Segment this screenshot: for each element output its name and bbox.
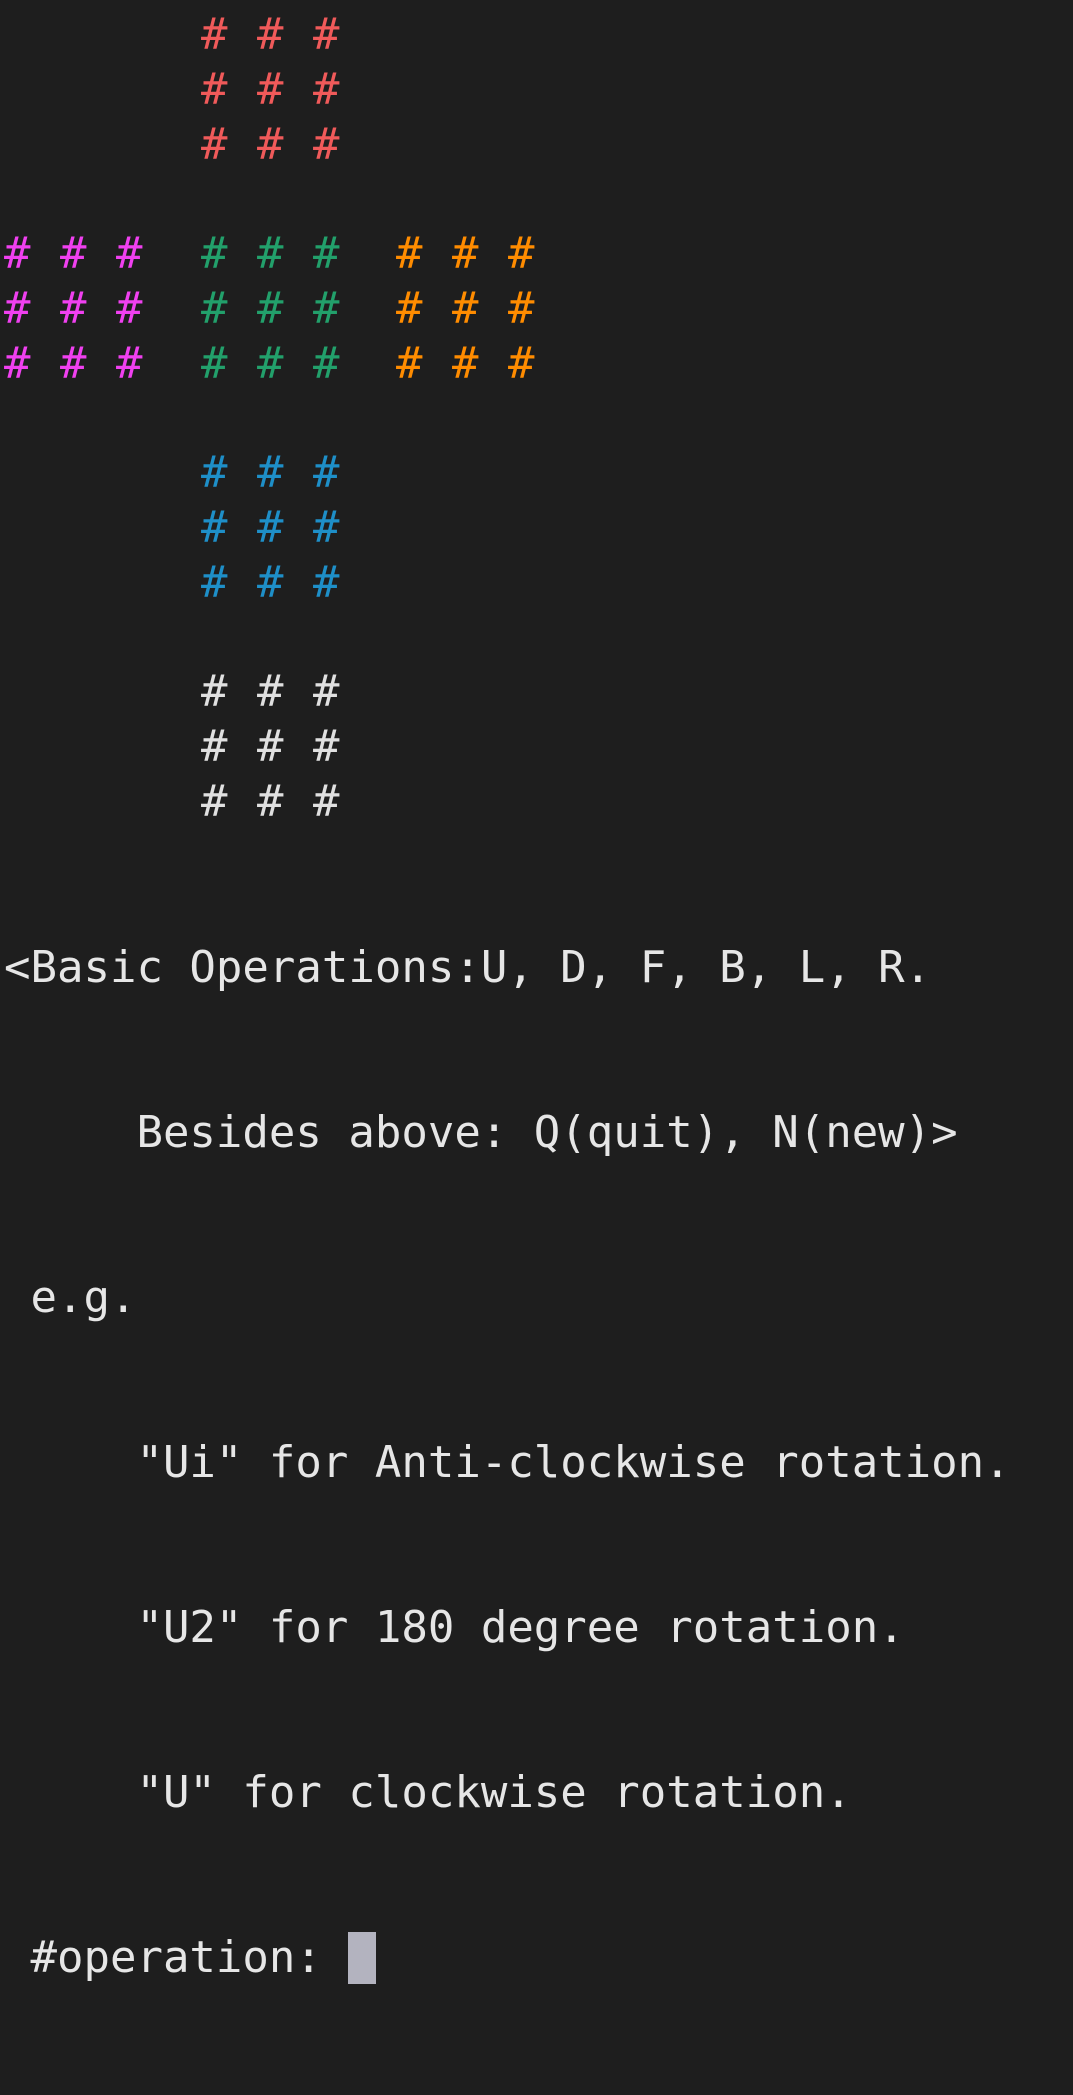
cube-cell-front-2-2: # [313, 338, 340, 389]
cube-cell-left-0-1: # [60, 228, 87, 279]
cube-cell-back-0-0: # [201, 666, 228, 717]
cube-cell-front-2-1: # [257, 338, 284, 389]
cube-cell-right-0-2: # [508, 228, 535, 279]
cube-cell-right-0-0: # [396, 228, 423, 279]
text-cursor[interactable] [348, 1931, 377, 1984]
cube-cell-left-0-0: # [4, 228, 31, 279]
cube-cell-back-1-0: # [201, 721, 228, 772]
cube-cell-back-2-1: # [257, 776, 284, 827]
cube-cell-top-2-2: # [313, 119, 340, 170]
cube-cell-bottom-1-2: # [313, 502, 340, 553]
cube-cell-left-1-2: # [116, 283, 143, 334]
help-basic-operations: <Basic Operations:U, D, F, B, L, R. [4, 942, 932, 993]
cube-cell-front-0-1: # [257, 228, 284, 279]
cube-cell-top-0-1: # [257, 9, 284, 60]
cube-cell-bottom-2-0: # [201, 557, 228, 608]
cube-cell-bottom-0-2: # [313, 447, 340, 498]
cube-cell-back-1-2: # [313, 721, 340, 772]
cube-face-front: # # # # # # # # # [201, 226, 369, 391]
help-example-heading: e.g. [4, 1272, 137, 1323]
cube-cell-bottom-1-0: # [201, 502, 228, 553]
cube-cell-front-0-2: # [313, 228, 340, 279]
cube-cell-top-0-0: # [201, 9, 228, 60]
cube-cell-left-2-1: # [60, 338, 87, 389]
cube-cell-top-0-2: # [313, 9, 340, 60]
cube-cell-back-2-0: # [201, 776, 228, 827]
cube-cell-back-1-1: # [257, 721, 284, 772]
cube-face-back: # # # # # # # # # [201, 664, 369, 829]
cube-cell-back-0-1: # [257, 666, 284, 717]
cube-cell-right-1-2: # [508, 283, 535, 334]
cube-cell-left-1-1: # [60, 283, 87, 334]
cube-cell-front-1-0: # [201, 283, 228, 334]
cube-cell-left-0-2: # [116, 228, 143, 279]
terminal-window: # # # # # # # # # # # # # # # # # # # # # # # # # # # # # # # # # # # # … [0, 0, 1073, 1984]
cube-cell-bottom-2-2: # [313, 557, 340, 608]
cube-cell-front-1-2: # [313, 283, 340, 334]
help-example-anticlockwise: "Ui" for Anti-clockwise rotation. [4, 1437, 1011, 1488]
cube-cell-back-2-2: # [313, 776, 340, 827]
cube-cell-bottom-0-0: # [201, 447, 228, 498]
cube-cell-top-2-1: # [257, 119, 284, 170]
cube-cell-bottom-1-1: # [257, 502, 284, 553]
cube-cell-top-2-0: # [201, 119, 228, 170]
cube-cell-left-2-0: # [4, 338, 31, 389]
cube-cell-top-1-1: # [257, 64, 284, 115]
cube-face-bottom: # # # # # # # # # [201, 445, 369, 610]
cube-cell-front-1-1: # [257, 283, 284, 334]
cube-cell-right-1-1: # [452, 283, 479, 334]
cube-cell-back-0-2: # [313, 666, 340, 717]
help-extra-operations: Besides above: Q(quit), N(new)> [4, 1107, 958, 1158]
cube-cell-top-1-2: # [313, 64, 340, 115]
cube-cell-left-1-0: # [4, 283, 31, 334]
cube-cell-right-2-2: # [508, 338, 535, 389]
operation-prompt-line[interactable]: #operation: [4, 1930, 1011, 1985]
help-text: <Basic Operations:U, D, F, B, L, R. Besi… [4, 830, 1011, 2095]
cube-cell-right-2-0: # [396, 338, 423, 389]
cube-cell-front-2-0: # [201, 338, 228, 389]
cube-cell-front-0-0: # [201, 228, 228, 279]
cube-face-top: # # # # # # # # # [201, 7, 369, 172]
cube-cell-bottom-2-1: # [257, 557, 284, 608]
help-example-clockwise: "U" for clockwise rotation. [4, 1767, 852, 1818]
cube-face-right: # # # # # # # # # [396, 226, 564, 391]
cube-cell-right-0-1: # [452, 228, 479, 279]
operation-prompt-label: #operation: [4, 1932, 349, 1983]
cube-cell-bottom-0-1: # [257, 447, 284, 498]
cube-cell-right-2-1: # [452, 338, 479, 389]
cube-cell-top-1-0: # [201, 64, 228, 115]
cube-face-left: # # # # # # # # # [4, 226, 172, 391]
help-example-180: "U2" for 180 degree rotation. [4, 1602, 905, 1653]
cube-cell-left-2-2: # [116, 338, 143, 389]
cube-cell-right-1-0: # [396, 283, 423, 334]
